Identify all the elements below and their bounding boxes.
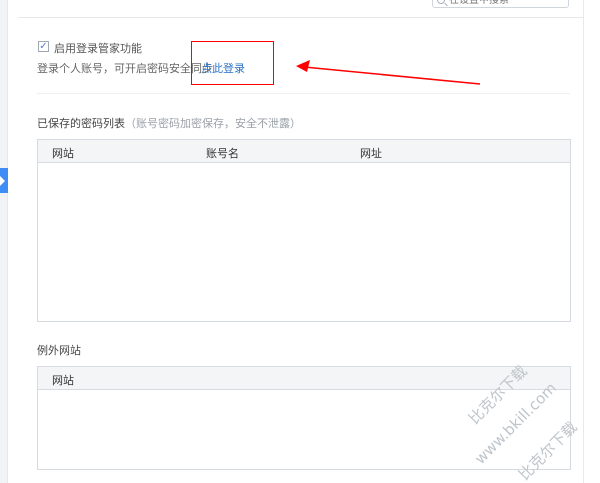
search-input[interactable] [432, 0, 569, 8]
search-icon[interactable] [437, 0, 445, 4]
saved-passwords-title: 已保存的密码列表（账号密码加密保存，安全不泄露） [37, 115, 301, 131]
left-sidebar-edge [0, 0, 8, 483]
saved-passwords-title-text: 已保存的密码列表 [37, 117, 125, 130]
right-edge-divider [583, 0, 584, 483]
annotation-highlight-box [191, 41, 274, 85]
checkmark-icon: ✓ [39, 41, 48, 52]
column-header-account[interactable]: 账号名 [206, 145, 239, 161]
exceptions-title: 例外网站 [37, 344, 81, 357]
saved-passwords-note: （账号密码加密保存，安全不泄露） [125, 117, 301, 130]
column-header-website[interactable]: 网站 [52, 372, 74, 388]
section-divider [37, 93, 570, 94]
saved-passwords-table-header: 网站 账号名 网址 [38, 140, 570, 163]
arrow-left-icon [296, 60, 481, 85]
saved-passwords-table: 网站 账号名 网址 [37, 139, 571, 322]
settings-page: ✓ 启用登录管家功能 登录个人账号，可开启密码安全同步 点此登录 已保存的密码列… [0, 0, 600, 483]
active-tab-notch [0, 176, 5, 186]
column-header-website[interactable]: 网站 [52, 145, 74, 161]
exceptions-table-header: 网站 [38, 367, 570, 390]
column-header-url[interactable]: 网址 [360, 145, 382, 161]
enable-login-manager-label: 启用登录管家功能 [54, 42, 142, 55]
exceptions-table: 网站 [37, 366, 571, 470]
login-sync-description: 登录个人账号，可开启密码安全同步 [37, 62, 213, 75]
login-manager-checkbox[interactable]: ✓ [38, 41, 49, 52]
